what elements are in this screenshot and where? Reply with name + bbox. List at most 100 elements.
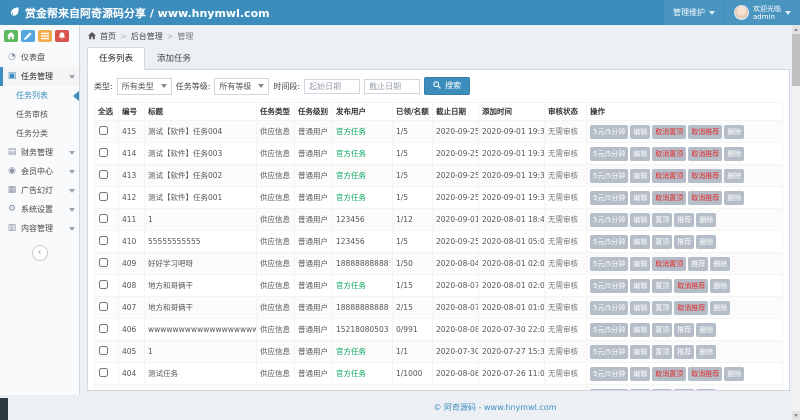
breadcrumb-home[interactable]: 首页 [100, 31, 116, 42]
edit-button[interactable]: 编辑 [630, 212, 651, 227]
sidebar-item-1[interactable]: ▣ 任务管理 [0, 67, 79, 86]
top-toggle-button[interactable]: 置顶 [652, 212, 673, 227]
top-toggle-button[interactable]: 取消置顶 [652, 146, 687, 161]
detail-button[interactable]: 5元/5分钟 [590, 344, 629, 359]
detail-button[interactable]: 5元/5分钟 [590, 388, 629, 390]
delete-button[interactable]: 删除 [724, 124, 745, 139]
top-toggle-button[interactable]: 置顶 [652, 344, 673, 359]
recommend-toggle-button[interactable]: 推荐 [674, 388, 695, 390]
detail-button[interactable]: 5元/5分钟 [590, 278, 629, 293]
edit-button[interactable]: 编辑 [630, 366, 651, 381]
row-checkbox[interactable] [99, 236, 108, 245]
delete-button[interactable]: 删除 [724, 190, 745, 205]
row-checkbox[interactable] [99, 126, 108, 135]
recommend-toggle-button[interactable]: 推荐 [674, 322, 695, 337]
row-checkbox[interactable] [99, 324, 108, 333]
recommend-toggle-button[interactable]: 取消推荐 [688, 366, 723, 381]
recommend-toggle-button[interactable]: 取消推荐 [674, 278, 709, 293]
delete-button[interactable]: 删除 [724, 168, 745, 183]
delete-button[interactable]: 删除 [724, 366, 745, 381]
edit-button[interactable]: 编辑 [630, 278, 651, 293]
sidebar-item-6[interactable]: ▥ 内容管理 [0, 219, 79, 238]
delete-button[interactable]: 删除 [696, 212, 717, 227]
type-select[interactable]: 所有类型 [116, 77, 172, 95]
end-date-input[interactable] [364, 78, 421, 94]
row-checkbox[interactable] [99, 214, 108, 223]
detail-button[interactable]: 5元/5分钟 [590, 322, 629, 337]
scroll-down-arrow[interactable] [792, 411, 800, 420]
tab-task-list[interactable]: 任务列表 [87, 47, 146, 70]
top-toggle-button[interactable]: 取消置顶 [652, 366, 687, 381]
top-toggle-button[interactable]: 取消置顶 [652, 124, 687, 139]
top-toggle-button[interactable]: 取消置顶 [652, 190, 687, 205]
tab-add-task[interactable]: 添加任务 [145, 47, 203, 70]
sidebar-subitem-1-1[interactable]: 任务审核 [0, 105, 79, 124]
recommend-toggle-button[interactable]: 取消推荐 [688, 168, 723, 183]
recommend-toggle-button[interactable]: 取消推荐 [674, 300, 709, 315]
row-checkbox[interactable] [99, 368, 108, 377]
breadcrumb-section[interactable]: 后台管理 [131, 31, 163, 42]
start-date-input[interactable] [304, 78, 361, 94]
user-menu[interactable]: 欢迎光临 admin [725, 0, 800, 25]
sidebar-subitem-1-2[interactable]: 任务分类 [0, 124, 79, 143]
maintenance-menu[interactable]: 管理维护 [664, 0, 724, 25]
row-checkbox[interactable] [99, 192, 108, 201]
edit-button[interactable]: 编辑 [630, 388, 651, 390]
delete-button[interactable]: 删除 [710, 300, 731, 315]
home-icon[interactable] [4, 30, 18, 42]
edit-button[interactable]: 编辑 [630, 344, 651, 359]
recommend-toggle-button[interactable]: 取消推荐 [688, 124, 723, 139]
row-checkbox[interactable] [99, 302, 108, 311]
detail-button[interactable]: 5元/5分钟 [590, 300, 629, 315]
detail-button[interactable]: 5元/5分钟 [590, 124, 629, 139]
sidebar-subitem-1-0[interactable]: 任务列表 [0, 86, 79, 105]
detail-button[interactable]: 5元/5分钟 [590, 190, 629, 205]
top-toggle-button[interactable]: 取消置顶 [652, 256, 687, 271]
edit-button[interactable]: 编辑 [630, 124, 651, 139]
top-toggle-button[interactable]: 取消置顶 [652, 168, 687, 183]
pencil-icon[interactable] [21, 30, 35, 42]
recommend-toggle-button[interactable]: 推荐 [674, 344, 695, 359]
row-checkbox[interactable] [99, 258, 108, 267]
recommend-toggle-button[interactable]: 推荐 [674, 234, 695, 249]
top-toggle-button[interactable]: 置顶 [652, 300, 673, 315]
row-checkbox[interactable] [99, 280, 108, 289]
edit-button[interactable]: 编辑 [630, 190, 651, 205]
sidebar-item-5[interactable]: ⚙ 系统设置 [0, 200, 79, 219]
top-toggle-button[interactable]: 置顶 [652, 388, 673, 390]
recommend-toggle-button[interactable]: 推荐 [674, 212, 695, 227]
list-icon[interactable] [38, 30, 52, 42]
bell-icon[interactable] [55, 30, 69, 42]
delete-button[interactable]: 删除 [696, 234, 717, 249]
sidebar-item-2[interactable]: ▤ 财务管理 [0, 143, 79, 162]
detail-button[interactable]: 5元/5分钟 [590, 256, 629, 271]
top-toggle-button[interactable]: 置顶 [652, 278, 673, 293]
detail-button[interactable]: 5元/5分钟 [590, 212, 629, 227]
sidebar-item-0[interactable]: ◔ 仪表盘 [0, 48, 79, 67]
edit-button[interactable]: 编辑 [630, 322, 651, 337]
search-button[interactable]: 搜索 [424, 77, 471, 95]
copyright-link[interactable]: © 阿奇源码 - www.hnymwl.com [433, 402, 556, 413]
top-toggle-button[interactable]: 置顶 [652, 322, 673, 337]
edit-button[interactable]: 编辑 [630, 146, 651, 161]
detail-button[interactable]: 5元/5分钟 [590, 366, 629, 381]
row-checkbox[interactable] [99, 148, 108, 157]
sidebar-item-4[interactable]: ▦ 广告幻灯 [0, 181, 79, 200]
vertical-scrollbar[interactable] [792, 25, 800, 420]
delete-button[interactable]: 删除 [696, 388, 717, 390]
level-select[interactable]: 所有等级 [214, 77, 270, 95]
sidebar-item-3[interactable]: ◉ 会员中心 [0, 162, 79, 181]
edit-button[interactable]: 编辑 [630, 234, 651, 249]
sidebar-collapse-button[interactable] [31, 245, 48, 261]
recommend-toggle-button[interactable]: 取消推荐 [688, 146, 723, 161]
top-toggle-button[interactable]: 置顶 [652, 234, 673, 249]
edit-button[interactable]: 编辑 [630, 300, 651, 315]
delete-button[interactable]: 删除 [696, 344, 717, 359]
edit-button[interactable]: 编辑 [630, 256, 651, 271]
row-checkbox[interactable] [99, 170, 108, 179]
delete-button[interactable]: 删除 [724, 146, 745, 161]
scroll-up-arrow[interactable] [792, 25, 800, 34]
detail-button[interactable]: 5元/5分钟 [590, 168, 629, 183]
delete-button[interactable]: 删除 [710, 278, 731, 293]
detail-button[interactable]: 5元/5分钟 [590, 234, 629, 249]
